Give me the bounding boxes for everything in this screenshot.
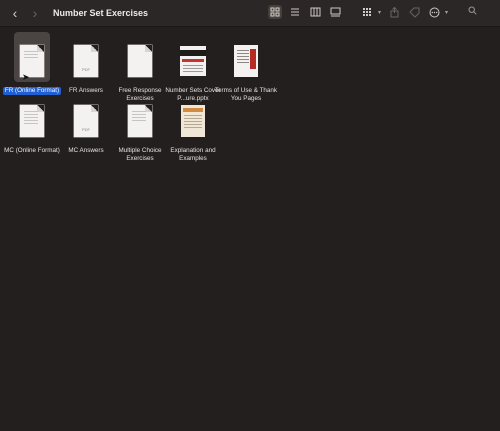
file-thumbnail[interactable]: PDF <box>68 32 104 82</box>
actions-group: ▾ ▾ <box>360 5 448 19</box>
list-view-icon[interactable] <box>288 5 302 19</box>
file-thumbnail[interactable] <box>228 32 264 82</box>
chevron-down-icon[interactable]: ▾ <box>445 9 448 16</box>
file-thumbnail[interactable] <box>14 92 50 142</box>
document-icon <box>128 45 152 77</box>
more-icon[interactable] <box>427 5 441 19</box>
view-switcher <box>268 5 342 19</box>
search-icon <box>468 6 477 15</box>
file-thumbnail[interactable] <box>175 92 211 142</box>
file-name[interactable]: Explanation and Examples <box>159 147 227 162</box>
file-thumbnail[interactable]: PDF <box>68 92 104 142</box>
forward-icon[interactable]: › <box>27 5 43 21</box>
file-thumbnail[interactable] <box>175 32 211 82</box>
document-icon <box>181 105 205 137</box>
finder-toolbar: ‹ › Number Set Exercises ▾ ▾ <box>0 0 500 27</box>
share-icon[interactable] <box>387 5 401 19</box>
document-icon <box>234 45 258 77</box>
presentation-icon <box>180 46 206 76</box>
group-icon[interactable] <box>360 5 374 19</box>
window-title: Number Set Exercises <box>53 8 149 18</box>
back-icon[interactable]: ‹ <box>7 5 23 21</box>
document-icon <box>20 105 44 137</box>
file-thumbnail[interactable] <box>14 32 50 82</box>
search-button[interactable] <box>468 6 477 15</box>
document-icon <box>128 105 152 137</box>
chevron-down-icon[interactable]: ▾ <box>378 9 381 16</box>
file-item[interactable]: Explanation and Examples <box>159 92 227 162</box>
file-name[interactable]: MC Answers <box>67 147 104 155</box>
file-thumbnail[interactable] <box>122 92 158 142</box>
column-view-icon[interactable] <box>308 5 322 19</box>
gallery-view-icon[interactable] <box>328 5 342 19</box>
pdf-icon: PDF <box>74 45 98 77</box>
file-thumbnail[interactable] <box>122 32 158 82</box>
tag-icon[interactable] <box>407 5 421 19</box>
icon-view-icon[interactable] <box>268 5 282 19</box>
pointer-cursor-icon: ➤ <box>22 72 30 82</box>
pdf-icon: PDF <box>74 105 98 137</box>
